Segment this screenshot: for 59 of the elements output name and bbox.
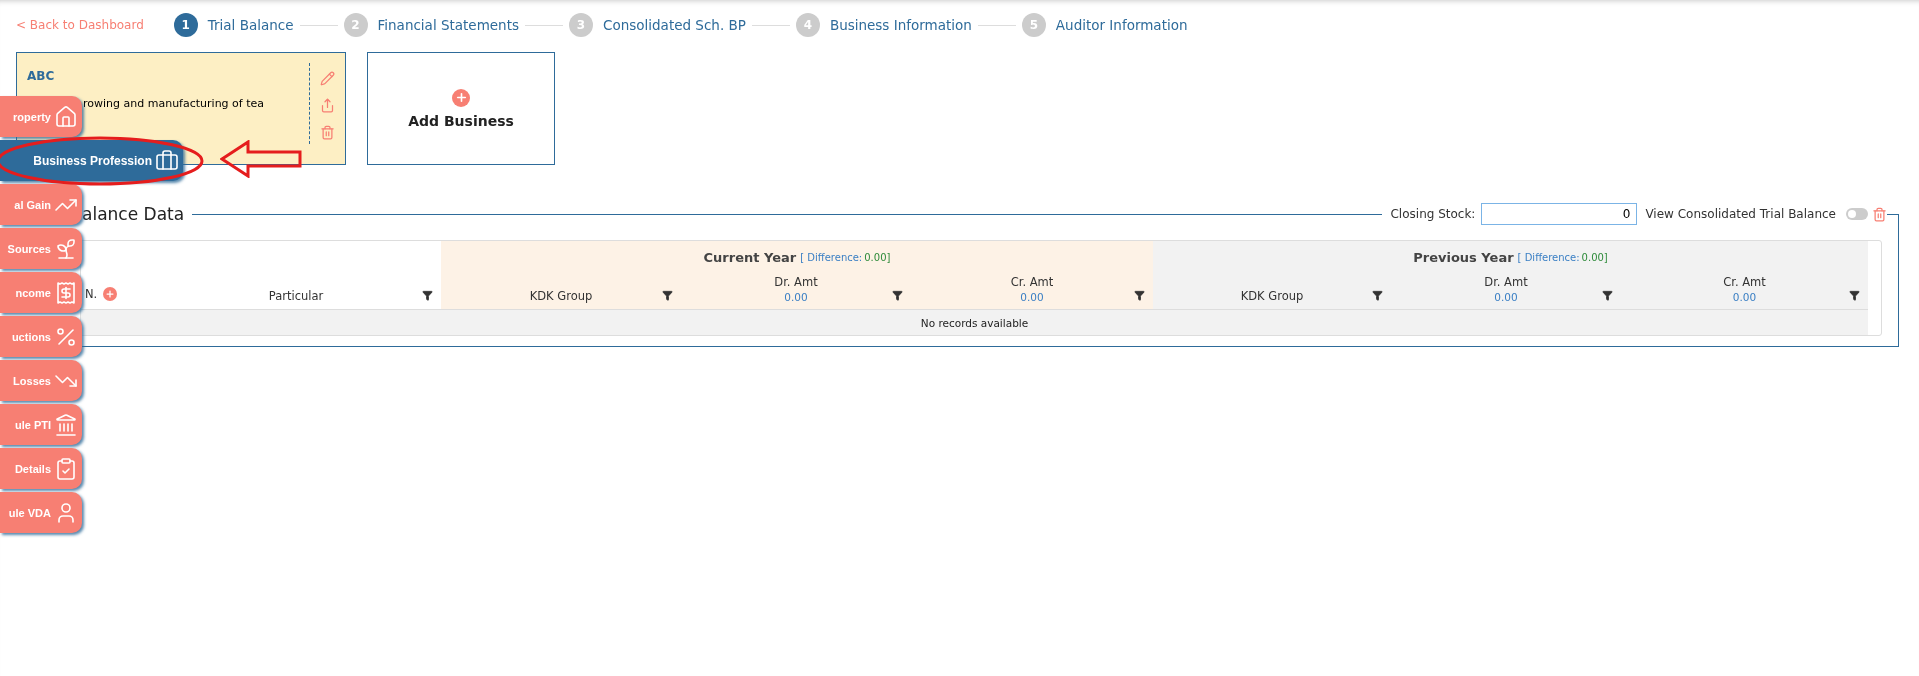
step-label[interactable]: Auditor Information <box>1055 17 1188 33</box>
step-number: 1 <box>173 13 198 37</box>
sidebar-item[interactable]: uctions <box>0 316 82 357</box>
filter-icon[interactable] <box>1134 290 1145 301</box>
column-header: KDK Group <box>1240 289 1304 303</box>
column-total: 0.00 <box>784 291 808 303</box>
group-title: Current Year <box>703 249 797 265</box>
column-header: N. <box>85 287 98 301</box>
difference-label: [ Difference: <box>1517 251 1580 263</box>
business-description: rowing and manufacturing of tea <box>83 97 264 110</box>
sidebar-icon <box>54 280 78 305</box>
filter-icon[interactable] <box>1372 290 1383 301</box>
column-header: Cr. Amt <box>1010 275 1054 289</box>
sidebar-item[interactable]: ule VDA <box>0 492 82 533</box>
closing-stock-label: Closing Stock: <box>1390 207 1476 221</box>
sidebar-item[interactable]: al Gain <box>0 184 82 225</box>
difference-label: [ Difference: <box>800 251 863 263</box>
sidebar-item[interactable]: roperty <box>0 96 82 137</box>
sidebar-item[interactable]: Business Profession <box>0 140 183 181</box>
step-label[interactable]: Consolidated Sch. BP <box>603 17 746 33</box>
filter-icon[interactable] <box>422 290 433 301</box>
column-total: 0.00 <box>1494 291 1518 303</box>
sidebar-icon <box>54 236 78 261</box>
column-header: Dr. Amt <box>1484 275 1528 289</box>
step-label[interactable]: Business Information <box>829 17 972 33</box>
sidebar-icon <box>54 104 78 129</box>
column-header: Cr. Amt <box>1723 275 1766 289</box>
sidebar-item[interactable]: Losses <box>0 360 82 401</box>
back-link[interactable]: < Back to Dashboard <box>16 18 144 32</box>
sidebar-item[interactable]: Details <box>0 448 82 489</box>
filter-icon[interactable] <box>662 290 673 301</box>
column-header: Dr. Amt <box>774 275 818 289</box>
sidebar-icon <box>54 456 78 481</box>
business-name: ABC <box>27 69 55 83</box>
add-row-icon[interactable] <box>103 287 118 301</box>
toggle-label: View Consolidated Trial Balance <box>1645 207 1836 221</box>
sidebar-item[interactable]: Sources <box>0 228 82 269</box>
filter-icon[interactable] <box>892 290 903 301</box>
step-label[interactable]: Trial Balance <box>207 17 294 33</box>
difference-value: 0.00] <box>864 251 891 263</box>
section-title: alance Data <box>82 204 185 224</box>
add-business-button[interactable]: Add Business <box>367 52 555 165</box>
sidebar-item[interactable]: ule PTI <box>0 404 82 445</box>
column-header: Particular <box>268 289 324 303</box>
sidebar-icon <box>54 412 78 437</box>
difference-value: 0.00] <box>1581 251 1608 263</box>
consolidated-toggle[interactable] <box>1846 208 1868 220</box>
empty-message: No records available <box>81 310 1868 335</box>
sidebar-item[interactable]: ncome <box>0 272 82 313</box>
column-total: 0.00 <box>1020 291 1044 303</box>
column-total: 0.00 <box>1732 291 1757 303</box>
closing-stock-input[interactable]: 0 <box>1481 203 1638 225</box>
plus-icon <box>452 88 470 107</box>
column-header: KDK Group <box>529 289 593 303</box>
filter-icon[interactable] <box>1602 290 1613 301</box>
filter-icon[interactable] <box>1849 290 1860 301</box>
sidebar-icon <box>155 148 179 173</box>
group-title: Previous Year <box>1413 249 1514 265</box>
step-label[interactable]: Financial Statements <box>377 17 519 33</box>
